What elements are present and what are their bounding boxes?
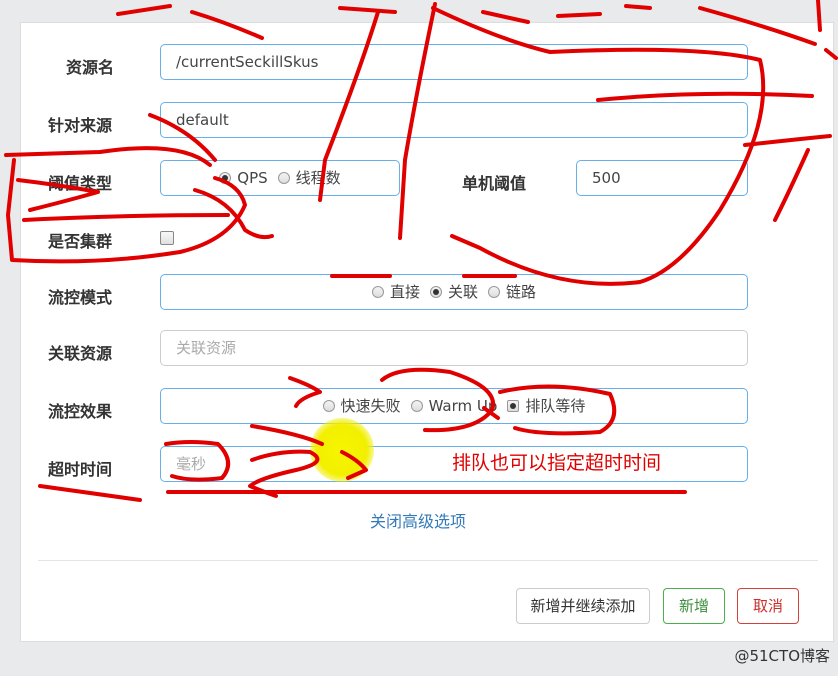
radio-fast-fail-label: 快速失败 [340, 397, 401, 415]
resource-input[interactable]: /currentSeckillSkus [160, 44, 748, 80]
source-input[interactable]: default [160, 102, 748, 138]
add-button[interactable]: 新增 [663, 588, 725, 624]
radio-direct[interactable]: 直接 [371, 275, 420, 309]
radio-circle [371, 286, 384, 298]
cancel-button[interactable]: 取消 [737, 588, 799, 624]
related-resource-label: 关联资源 [48, 344, 113, 363]
flow-effect-label: 流控效果 [48, 402, 113, 421]
radio-thread-count[interactable]: 线程数 [277, 161, 341, 195]
cluster-checkbox[interactable] [160, 231, 174, 245]
radio-circle [429, 286, 442, 298]
single-threshold-input[interactable]: 500 [576, 160, 748, 196]
radio-circle [322, 400, 335, 412]
single-threshold-label: 单机阈值 [462, 174, 527, 193]
radio-warm-up[interactable]: Warm Up [410, 389, 498, 423]
source-label: 针对来源 [48, 116, 113, 135]
cursor-highlight [310, 418, 374, 482]
cluster-label: 是否集群 [48, 232, 113, 251]
flow-mode-group: 直接 关联 链路 [160, 274, 748, 310]
threshold-type-group: QPS 线程数 [160, 160, 400, 196]
resource-label: 资源名 [66, 58, 115, 77]
radio-qps-label: QPS [237, 169, 268, 187]
annotation-text: 排队也可以指定超时时间 [452, 452, 662, 474]
radio-qps[interactable]: QPS [219, 161, 268, 195]
close-advanced-link[interactable]: 关闭高级选项 [0, 508, 836, 532]
radio-chain-label: 链路 [506, 283, 537, 301]
flow-effect-group: 快速失败 Warm Up 排队等待 [160, 388, 748, 424]
timeout-label: 超时时间 [48, 460, 113, 479]
radio-related[interactable]: 关联 [429, 275, 478, 309]
add-and-continue-button[interactable]: 新增并继续添加 [516, 588, 650, 624]
related-resource-input[interactable]: 关联资源 [160, 330, 748, 366]
radio-circle [277, 172, 290, 184]
radio-warm-up-label: Warm Up [428, 397, 498, 415]
divider [38, 560, 818, 561]
radio-circle [488, 286, 500, 298]
flow-mode-label: 流控模式 [48, 288, 113, 307]
radio-circle [219, 172, 232, 184]
radio-thread-count-label: 线程数 [295, 169, 341, 187]
threshold-type-label: 阈值类型 [48, 174, 113, 193]
watermark: @51CTO博客 [734, 647, 830, 665]
radio-related-label: 关联 [447, 283, 478, 301]
radio-circle [507, 400, 520, 412]
radio-queue-label: 排队等待 [525, 397, 586, 415]
radio-circle [410, 400, 423, 412]
radio-chain[interactable]: 链路 [488, 275, 536, 309]
radio-direct-label: 直接 [389, 283, 420, 301]
radio-queue[interactable]: 排队等待 [507, 389, 585, 423]
